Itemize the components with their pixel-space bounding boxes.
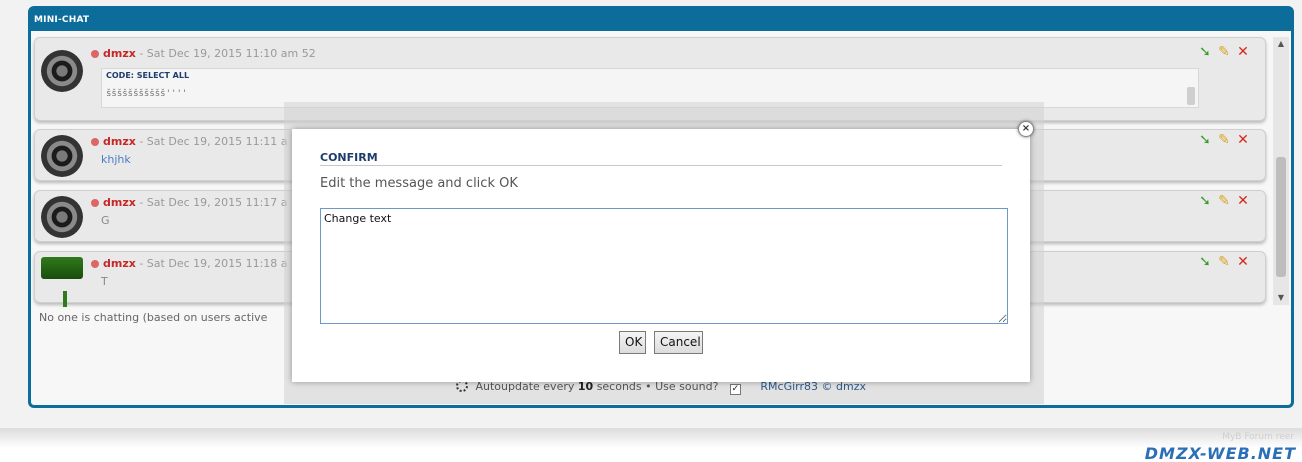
dialog-title: CONFIRM xyxy=(320,151,378,164)
delete-icon[interactable]: ✕ xyxy=(1235,132,1251,148)
quote-arrow-icon[interactable]: ➘ xyxy=(1197,44,1213,60)
brand-watermark: DMZX-WEB.NET xyxy=(1144,444,1296,462)
message-timestamp: - Sat Dec 19, 2015 11:18 a xyxy=(139,257,288,270)
message-text: khjhk xyxy=(101,153,131,166)
code-select-all[interactable]: CODE: SELECT ALL xyxy=(106,71,189,80)
message-actions: ➘ ✎ ✕ xyxy=(1197,254,1251,270)
confirm-dialog: × CONFIRM Edit the message and click OK … xyxy=(292,121,1034,382)
message-meta: dmzx - Sat Dec 19, 2015 11:17 a xyxy=(91,196,288,209)
message-meta: dmzx - Sat Dec 19, 2015 11:18 a xyxy=(91,257,288,270)
code-text: ššššššššššš'''' xyxy=(106,89,188,99)
ok-button[interactable]: OK xyxy=(619,331,646,354)
delete-icon[interactable]: ✕ xyxy=(1235,44,1251,60)
message-timestamp: - Sat Dec 19, 2015 11:11 a xyxy=(139,135,288,148)
dialog-description: Edit the message and click OK xyxy=(320,176,518,191)
sound-checkbox[interactable]: ✓ xyxy=(729,384,741,395)
speaker-avatar xyxy=(41,196,83,238)
cancel-button[interactable]: Cancel xyxy=(654,331,703,354)
quote-arrow-icon[interactable]: ➘ xyxy=(1197,132,1213,148)
message-timestamp: - Sat Dec 19, 2015 11:10 am 52 xyxy=(139,47,316,60)
page-shadow xyxy=(0,428,1302,448)
quote-arrow-icon[interactable]: ➘ xyxy=(1197,254,1213,270)
speaker-avatar xyxy=(41,135,83,177)
message-meta: dmzx - Sat Dec 19, 2015 11:10 am 52 xyxy=(91,47,316,60)
scroll-thumb[interactable] xyxy=(1276,157,1286,277)
chat-scrollbar[interactable]: ▲ ▼ xyxy=(1273,37,1289,305)
code-scrollbar[interactable] xyxy=(1187,87,1195,105)
message-actions: ➘ ✎ ✕ xyxy=(1197,193,1251,209)
edit-icon[interactable]: ✎ xyxy=(1216,254,1232,270)
chatting-status: No one is chatting (based on users activ… xyxy=(39,311,268,324)
online-status-icon xyxy=(91,260,99,268)
dialog-divider xyxy=(320,165,1002,166)
edit-icon[interactable]: ✎ xyxy=(1216,193,1232,209)
message-text: T xyxy=(101,275,108,288)
message-actions: ➘ ✎ ✕ xyxy=(1197,44,1251,60)
message-username[interactable]: dmzx xyxy=(103,47,136,60)
speaker-avatar xyxy=(41,50,83,92)
message-meta: dmzx - Sat Dec 19, 2015 11:11 a xyxy=(91,135,288,148)
watermark-small: MyB Forum reer xyxy=(1222,432,1294,442)
online-status-icon xyxy=(91,50,99,58)
close-icon[interactable]: × xyxy=(1018,121,1034,137)
edit-icon[interactable]: ✎ xyxy=(1216,132,1232,148)
message-username[interactable]: dmzx xyxy=(103,196,136,209)
delete-icon[interactable]: ✕ xyxy=(1235,193,1251,209)
scroll-down-icon[interactable]: ▼ xyxy=(1273,291,1289,305)
online-status-icon xyxy=(91,138,99,146)
online-status-icon xyxy=(91,199,99,207)
message-text: G xyxy=(101,214,110,227)
message-edit-textarea[interactable]: Change text xyxy=(320,208,1008,324)
quote-arrow-icon[interactable]: ➘ xyxy=(1197,193,1213,209)
message-timestamp: - Sat Dec 19, 2015 11:17 a xyxy=(139,196,288,209)
message-username[interactable]: dmzx xyxy=(103,257,136,270)
edit-icon[interactable]: ✎ xyxy=(1216,44,1232,60)
autoupdate-footer: Autoupdate every 10 seconds • Use sound?… xyxy=(456,380,866,395)
delete-icon[interactable]: ✕ xyxy=(1235,254,1251,270)
message-username[interactable]: dmzx xyxy=(103,135,136,148)
panel-title: MINI-CHAT xyxy=(31,9,1291,31)
message-actions: ➘ ✎ ✕ xyxy=(1197,132,1251,148)
scroll-up-icon[interactable]: ▲ xyxy=(1273,37,1289,51)
green-avatar xyxy=(41,257,83,307)
